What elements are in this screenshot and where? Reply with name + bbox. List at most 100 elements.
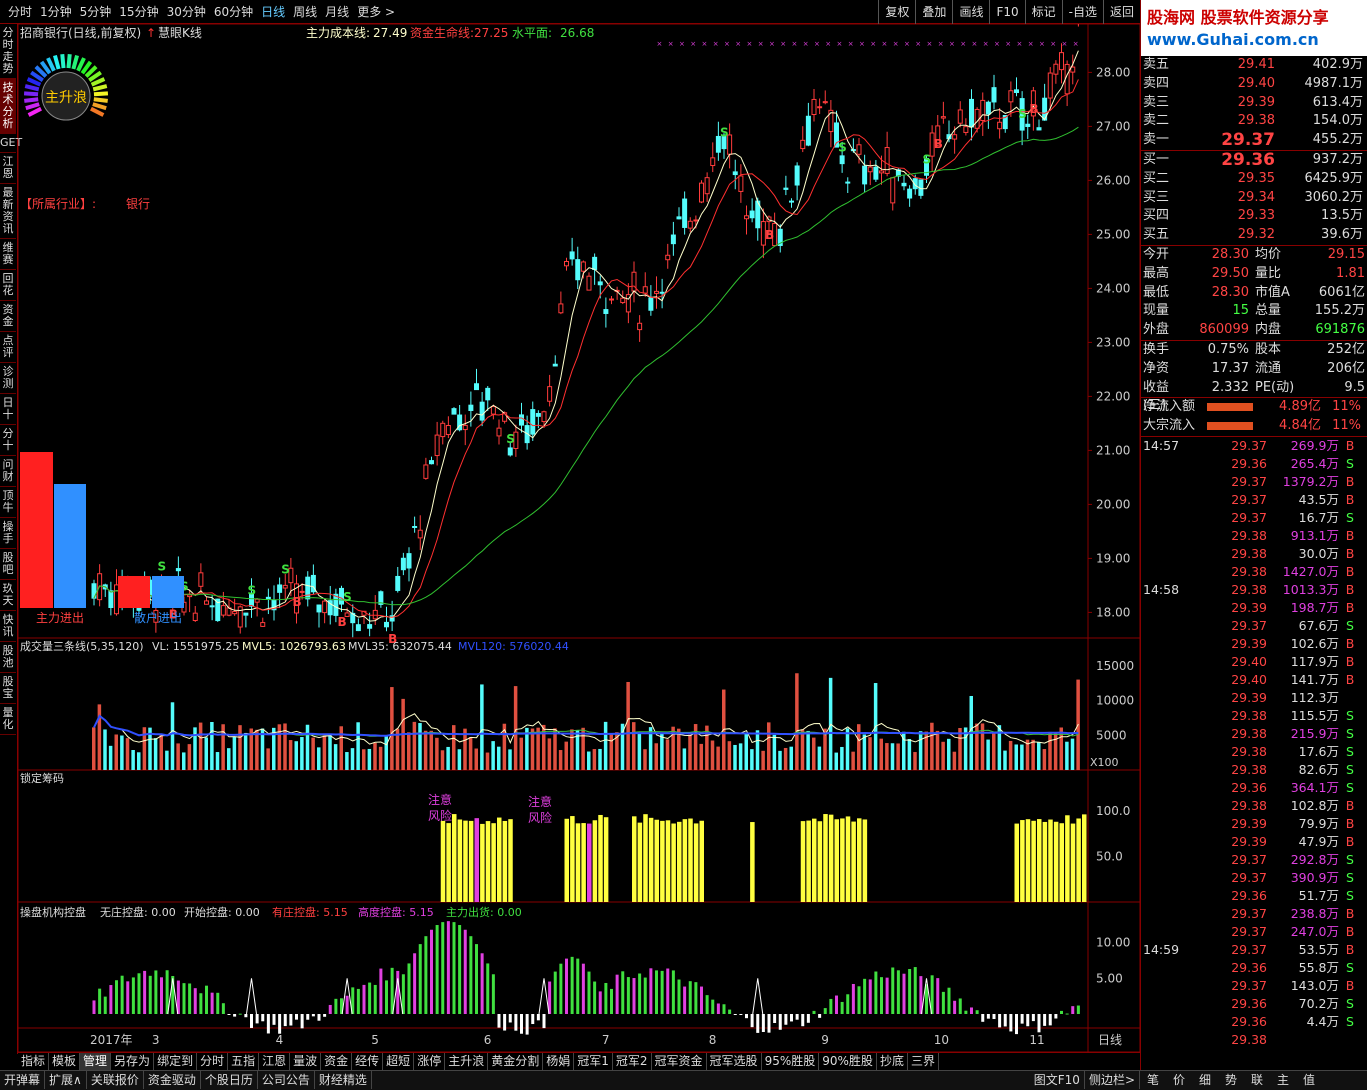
indicator-tab[interactable]: 杨娟 — [543, 1053, 575, 1070]
period-tab[interactable]: 60分钟 — [210, 0, 257, 24]
candle-body — [940, 116, 946, 119]
indicator-tab[interactable]: 绑定到 — [154, 1053, 198, 1070]
price-tick-label: 25.00 — [1096, 227, 1130, 241]
left-nav-item[interactable]: 股宝 — [0, 673, 16, 704]
left-nav-item[interactable]: 回花 — [0, 270, 16, 301]
left-nav-item[interactable]: 分十 — [0, 425, 16, 456]
indicator-tab[interactable]: 分时 — [197, 1053, 229, 1070]
status-button[interactable]: 扩展∧ — [45, 1071, 87, 1089]
candle-body — [468, 404, 474, 412]
status-right-button[interactable]: 侧边栏> — [1085, 1071, 1140, 1089]
status-button[interactable]: 个股日历 — [201, 1071, 258, 1089]
period-tab[interactable]: 月线 — [321, 0, 353, 24]
left-nav-item[interactable]: 操手 — [0, 518, 16, 549]
chart-area[interactable]: 28.00 27.00 26.00 25.00 24.00 23.00 22.00 21.00… — [18, 24, 1140, 1052]
candle-body — [400, 557, 406, 571]
tool-button[interactable]: 复权 — [878, 0, 915, 24]
indicator-tab[interactable]: 主升浪 — [445, 1053, 489, 1070]
left-nav-item[interactable]: 诊测 — [0, 363, 16, 394]
indicator-tab[interactable]: 90%胜股 — [819, 1053, 877, 1070]
period-tab[interactable]: 1分钟 — [36, 0, 76, 24]
left-nav-item[interactable]: 股池 — [0, 642, 16, 673]
indicator-tab[interactable]: 抄底 — [877, 1053, 908, 1070]
left-nav-item[interactable]: 量化 — [0, 704, 16, 735]
left-nav-item[interactable]: 顶牛 — [0, 487, 16, 518]
volume-bar — [457, 749, 462, 770]
left-nav-item[interactable]: 点评 — [0, 332, 16, 363]
side-tab[interactable]: 细 — [1192, 1071, 1218, 1089]
lock-bar — [1065, 815, 1070, 902]
status-button[interactable]: 财经精选 — [315, 1071, 372, 1089]
tool-button[interactable]: 返回 — [1102, 0, 1140, 24]
left-nav-item[interactable]: 日十 — [0, 394, 16, 425]
indicator-tab[interactable]: 另存为 — [111, 1053, 155, 1070]
left-nav-item[interactable]: 股吧 — [0, 549, 16, 580]
tick-time: 14:59 — [1143, 941, 1180, 957]
period-tab[interactable]: 30分钟 — [163, 0, 210, 24]
status-button[interactable]: 关联报价 — [87, 1071, 144, 1089]
status-button[interactable]: 资金驱动 — [144, 1071, 201, 1089]
indicator-tab[interactable]: 模板 — [49, 1053, 81, 1070]
period-tab[interactable]: 5分钟 — [76, 0, 116, 24]
tick-list[interactable]: 14:57 29.37 269.9万 B 29.36 265.4万 S 29.37 1379.2… — [1141, 437, 1367, 1049]
control-bar — [334, 998, 338, 1014]
left-nav-item[interactable]: 江恩 — [0, 153, 16, 184]
indicator-tab[interactable]: 五指 — [228, 1053, 260, 1070]
side-tab[interactable]: 值 — [1296, 1071, 1322, 1089]
status-right-button[interactable]: 图文F10 — [1030, 1071, 1085, 1089]
indicator-tab[interactable]: 涨停 — [414, 1053, 446, 1070]
indicator-tab[interactable]: 冠军选股 — [707, 1053, 762, 1070]
indicator-tab[interactable]: 超短 — [383, 1053, 415, 1070]
indicator-tab[interactable]: 冠军1 — [574, 1053, 613, 1070]
status-button[interactable]: 开弹幕 — [0, 1071, 46, 1089]
indicator-tab[interactable]: 95%胜股 — [762, 1053, 820, 1070]
indicator-tab[interactable]: 量波 — [290, 1053, 322, 1070]
tool-button[interactable]: 标记 — [1024, 0, 1062, 24]
left-nav-item[interactable]: 技术分析 — [0, 79, 16, 134]
tick-flag: S — [1346, 707, 1354, 723]
life-value: 27.25 — [474, 26, 508, 40]
side-tab[interactable]: 势 — [1218, 1071, 1244, 1089]
left-nav-item[interactable]: 资金 — [0, 301, 16, 332]
period-tab[interactable]: 日线 — [257, 0, 289, 24]
side-tab[interactable]: 联 — [1244, 1071, 1270, 1089]
period-tab[interactable]: 15分钟 — [115, 0, 162, 24]
period-tab[interactable]: 更多 > — [353, 0, 399, 24]
left-nav-item[interactable]: 快讯 — [0, 611, 16, 642]
left-nav: 分时走势 技术分析 GET 江恩 最新资讯 维赛 回花 资金 点评 诊测 日十 分十 问财 顶牛 操手 股吧玖… — [0, 24, 22, 1054]
side-tab[interactable]: 价 — [1166, 1071, 1192, 1089]
tick-flag: B — [1345, 581, 1355, 597]
status-button[interactable]: 公司公告 — [258, 1071, 315, 1089]
tick-flag: B — [1345, 671, 1355, 687]
indicator-tab[interactable]: 三界 — [908, 1053, 939, 1070]
vol-title: 成交量三条线(5,35,120) — [20, 639, 144, 653]
side-tab[interactable]: 笔 — [1140, 1071, 1166, 1089]
left-nav-item[interactable]: 最新资讯 — [0, 184, 16, 239]
candle-body — [969, 98, 974, 128]
indicator-tab[interactable]: 经传 — [352, 1053, 384, 1070]
tool-button[interactable]: 画线 — [952, 0, 989, 24]
period-tab[interactable]: 分时 — [4, 0, 36, 24]
left-nav-item[interactable]: 玖天 — [0, 580, 16, 611]
left-nav-item[interactable]: GET — [0, 134, 22, 153]
indicator-tab[interactable]: 管理 — [80, 1053, 112, 1070]
side-tab[interactable]: 主 — [1270, 1071, 1296, 1089]
tool-button[interactable]: F10 — [989, 0, 1024, 24]
period-tab[interactable]: 周线 — [289, 0, 321, 24]
indicator-tab[interactable]: 江恩 — [259, 1053, 291, 1070]
control-bar — [964, 1010, 968, 1014]
indicator-tab[interactable]: 指标 — [18, 1053, 50, 1070]
left-nav-item[interactable]: 问财 — [0, 456, 16, 487]
indicator-tab[interactable]: 冠军资金 — [652, 1053, 707, 1070]
left-nav-item[interactable]: 维赛 — [0, 239, 16, 270]
tool-button[interactable]: 叠加 — [915, 0, 952, 24]
volume-bar — [1065, 741, 1069, 770]
left-nav-item[interactable]: 分时走势 — [0, 24, 16, 79]
indicator-tab[interactable]: 资金 — [321, 1053, 353, 1070]
control-bar — [936, 978, 940, 1014]
control-bar — [1060, 1010, 1063, 1014]
control-bar — [227, 1014, 231, 1015]
tool-button[interactable]: -自选 — [1061, 0, 1103, 24]
indicator-tab[interactable]: 冠军2 — [613, 1053, 652, 1070]
indicator-tab[interactable]: 黄金分割 — [488, 1053, 544, 1070]
